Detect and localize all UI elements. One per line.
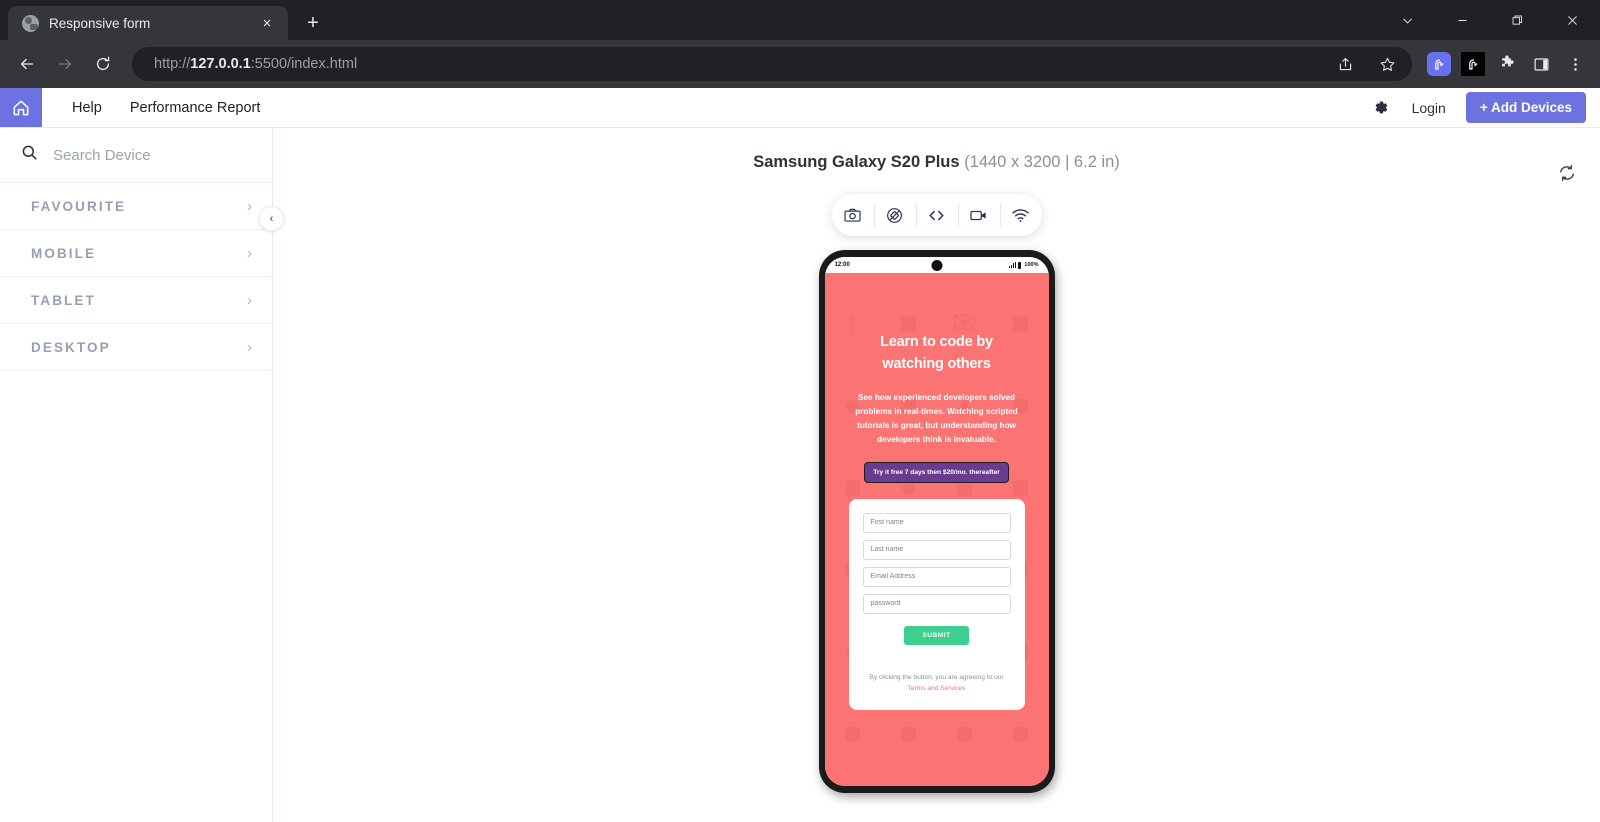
app-header-actions: Login + Add Devices: [1370, 88, 1600, 127]
camera-icon[interactable]: [832, 194, 874, 236]
rendered-page: ↑ ■ ✉ ■ ● ■ ▲ ■ ■ ● ■ ■ ■ ■ ■ ■ Learn to…: [824, 273, 1049, 786]
bg-icon: ■: [1011, 717, 1030, 750]
sidebar-item-label: TABLET: [31, 292, 96, 308]
terms-and-services-link[interactable]: Terms and Services: [908, 685, 966, 692]
status-time: 12:00: [834, 262, 850, 268]
nav-link-performance-report[interactable]: Performance Report: [130, 100, 261, 116]
gear-icon[interactable]: [1370, 97, 1392, 119]
camera-notch-icon: [931, 260, 942, 271]
sidebar-item-label: MOBILE: [31, 245, 97, 261]
minimize-icon[interactable]: [1435, 0, 1490, 40]
sidebar-item-label: FAVOURITE: [31, 198, 127, 214]
share-icon[interactable]: [1330, 49, 1360, 79]
three-dot-menu-icon[interactable]: [1560, 49, 1590, 79]
device-action-toolbar: [831, 194, 1042, 236]
search-input[interactable]: [53, 146, 252, 164]
code-icon[interactable]: [915, 194, 958, 236]
bg-icon: ■: [843, 717, 862, 750]
legal-prefix: By clicking the button, you are agreeing…: [869, 673, 1004, 681]
device-specs: (1440 x 3200 | 6.2 in): [964, 153, 1120, 171]
legal-text: By clicking the button, you are agreeing…: [863, 672, 1011, 694]
chevron-right-icon: ›: [247, 291, 252, 309]
signal-icon: [1008, 261, 1016, 268]
window-controls: [1380, 0, 1600, 40]
rotate-screen-icon[interactable]: [873, 194, 916, 236]
back-icon[interactable]: [10, 47, 44, 81]
page-title-line-1: Learn to code by: [880, 334, 993, 350]
device-preview-panel: Samsung Galaxy S20 Plus (1440 x 3200 | 6…: [273, 128, 1600, 822]
chevron-down-icon[interactable]: [1380, 0, 1435, 40]
device-sidebar: FAVOURITE › MOBILE › TABLET › DESKTOP › …: [0, 128, 284, 822]
home-icon[interactable]: [0, 88, 42, 127]
phone-mockup-wrapper: 12:00 100% ↑ ■ ✉ ■ ● ■ ▲ ■ ■ ● ■ ■ ■ ■ ■…: [273, 250, 1600, 793]
nav-link-help[interactable]: Help: [72, 100, 102, 116]
search-row: [0, 128, 272, 183]
device-title: Samsung Galaxy S20 Plus (1440 x 3200 | 6…: [273, 128, 1600, 172]
browser-tab[interactable]: Responsive form ×: [8, 6, 288, 40]
close-window-icon[interactable]: [1545, 0, 1600, 40]
bg-icon: ■: [899, 717, 918, 750]
forward-icon[interactable]: [48, 47, 82, 81]
wifi-icon[interactable]: [999, 194, 1042, 236]
add-devices-button[interactable]: + Add Devices: [1465, 92, 1586, 123]
globe-icon: [22, 14, 39, 32]
phone-screen: 12:00 100% ↑ ■ ✉ ■ ● ■ ▲ ■ ■ ● ■ ■ ■ ■ ■…: [824, 257, 1049, 786]
star-icon[interactable]: [1372, 49, 1402, 79]
bg-icon: ■: [955, 717, 974, 750]
sidebar-item-desktop[interactable]: DESKTOP ›: [0, 324, 272, 371]
signup-form: SUBMIT By clicking the button, you are a…: [848, 498, 1025, 710]
omnibox-actions: [1330, 49, 1402, 79]
submit-button[interactable]: SUBMIT: [904, 625, 969, 645]
first-name-field[interactable]: [862, 512, 1011, 533]
video-icon[interactable]: [957, 194, 1000, 236]
cta-trial-button[interactable]: Try it free 7 days then $20/mo. thereaft…: [864, 461, 1009, 483]
rotate-refresh-icon[interactable]: [1554, 160, 1580, 186]
page-description: See how experienced developers solved pr…: [855, 393, 1018, 445]
email-field[interactable]: [862, 566, 1011, 587]
device-name: Samsung Galaxy S20 Plus: [753, 153, 960, 171]
collapse-sidebar-button[interactable]: ‹: [259, 206, 284, 231]
extension-black-icon[interactable]: [1458, 49, 1488, 79]
extension-blue-icon[interactable]: [1424, 49, 1454, 79]
sidebar-item-label: DESKTOP: [31, 339, 111, 355]
new-tab-button[interactable]: +: [296, 6, 330, 40]
battery-icon: [1017, 261, 1022, 269]
browser-window: Responsive form × + http://127.0.0.1:550…: [0, 0, 1600, 822]
app-body: FAVOURITE › MOBILE › TABLET › DESKTOP › …: [0, 128, 1600, 822]
side-panel-icon[interactable]: [1526, 49, 1556, 79]
reload-icon[interactable]: [86, 47, 120, 81]
chevron-right-icon: ›: [247, 197, 252, 215]
phone-frame: 12:00 100% ↑ ■ ✉ ■ ● ■ ▲ ■ ■ ● ■ ■ ■ ■ ■…: [818, 250, 1055, 793]
browser-toolbar: http://127.0.0.1:5500/index.html: [0, 40, 1600, 88]
sidebar-item-mobile[interactable]: MOBILE ›: [0, 230, 272, 277]
status-indicators: 100%: [1008, 261, 1039, 269]
tab-title: Responsive form: [49, 15, 151, 31]
close-icon[interactable]: ×: [256, 12, 278, 34]
battery-percent: 100%: [1024, 262, 1039, 268]
sidebar-item-favourite[interactable]: FAVOURITE ›: [0, 183, 272, 230]
web-app: Help Performance Report Login + Add Devi…: [0, 88, 1600, 822]
browser-titlebar: Responsive form × +: [0, 0, 1600, 40]
sidebar-item-tablet[interactable]: TABLET ›: [0, 277, 272, 324]
puzzle-icon[interactable]: [1492, 49, 1522, 79]
last-name-field[interactable]: [862, 539, 1011, 560]
chevron-right-icon: ›: [247, 338, 252, 356]
app-header: Help Performance Report Login + Add Devi…: [0, 88, 1600, 128]
password-field[interactable]: [862, 593, 1011, 614]
login-link[interactable]: Login: [1412, 100, 1446, 116]
chevron-right-icon: ›: [247, 244, 252, 262]
app-nav-links: Help Performance Report: [42, 88, 260, 127]
address-bar[interactable]: http://127.0.0.1:5500/index.html: [132, 47, 1412, 81]
maximize-restore-icon[interactable]: [1490, 0, 1545, 40]
page-title-line-2: watching others: [882, 356, 991, 373]
url-text: http://127.0.0.1:5500/index.html: [154, 56, 358, 72]
page-title: Learn to code by watching others: [852, 331, 1022, 375]
search-icon: [20, 143, 39, 167]
